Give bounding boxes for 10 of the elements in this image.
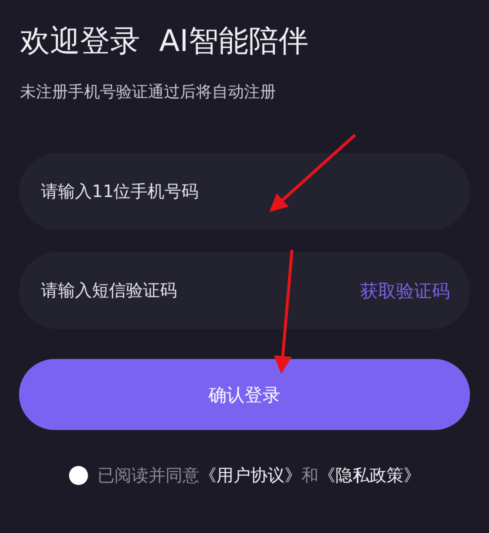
privacy-policy-link[interactable]: 《隐私政策》	[318, 466, 420, 486]
subtitle: 未注册手机号验证通过后将自动注册	[20, 82, 277, 103]
agree-radio[interactable]	[68, 466, 88, 485]
page-title: 欢迎登录 AI智能陪伴	[20, 23, 310, 61]
agreement-text: 已阅读并同意	[98, 466, 200, 486]
user-agreement-link[interactable]: 《用户协议》	[200, 466, 302, 486]
get-code-button[interactable]: 获取验证码	[360, 278, 450, 302]
phone-field[interactable]: 请输入11位手机号码	[19, 153, 470, 230]
login-button[interactable]: 确认登录	[19, 359, 470, 430]
agreement-text: 和	[302, 466, 318, 486]
